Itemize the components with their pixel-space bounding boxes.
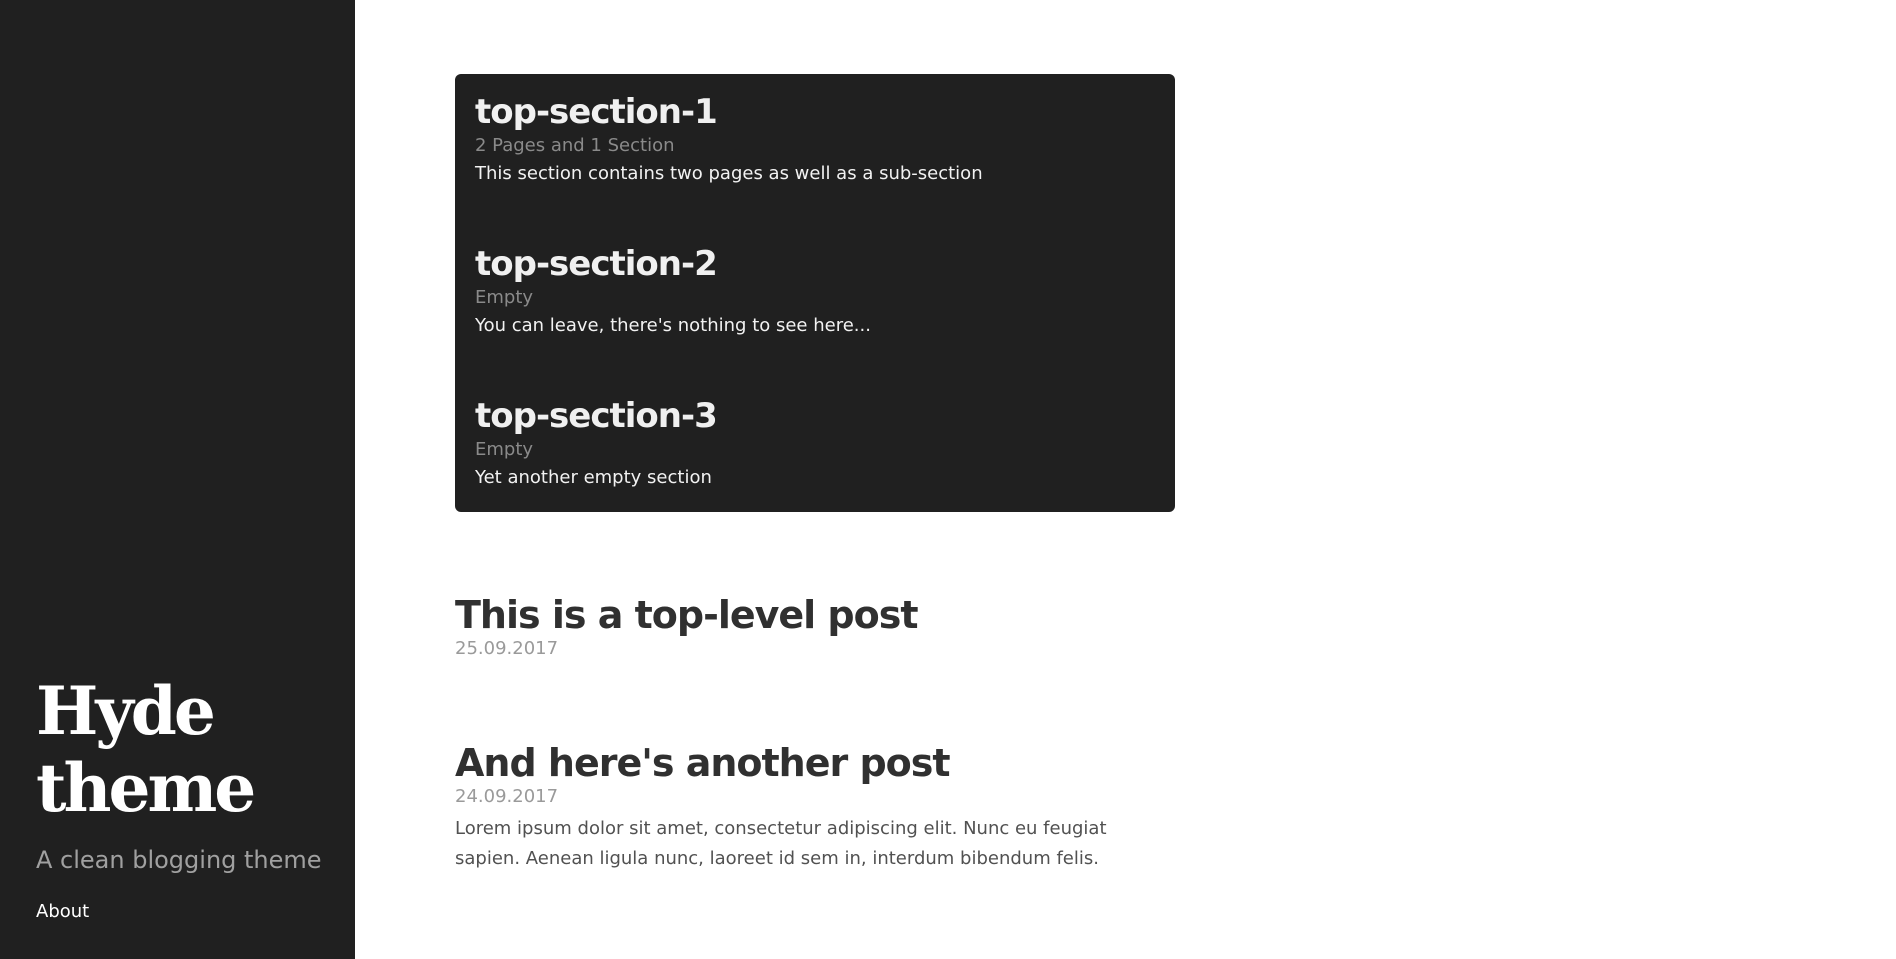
sidebar-content: Hyde theme A clean blogging theme About: [36, 673, 336, 923]
section-meta: 2 Pages and 1 Section: [475, 135, 675, 156]
section-item: top-section-3 Empty Yet another empty se…: [475, 396, 1155, 490]
post-date: 25.09.2017: [455, 638, 559, 659]
section-item: top-section-2 Empty You can leave, there…: [475, 244, 1155, 338]
post-excerpt: Lorem ipsum dolor sit amet, consectetur …: [455, 818, 1107, 869]
post-item: And here's another post 24.09.2017 Lorem…: [455, 740, 1175, 874]
section-meta: Empty: [475, 287, 534, 308]
site-title[interactable]: Hyde theme: [36, 673, 336, 827]
section-title-link[interactable]: top-section-3: [475, 396, 1155, 436]
post-title-link[interactable]: And here's another post: [455, 740, 1175, 786]
section-title-link[interactable]: top-section-2: [475, 244, 1155, 284]
post-item: This is a top-level post 25.09.2017: [455, 592, 1175, 660]
site-tagline: A clean blogging theme: [36, 846, 322, 874]
section-description: You can leave, there's nothing to see he…: [475, 315, 871, 336]
section-description: Yet another empty section: [475, 467, 712, 488]
sidebar-nav: About: [36, 901, 336, 923]
section-item: top-section-1 2 Pages and 1 Section This…: [475, 92, 1155, 186]
main-content: top-section-1 2 Pages and 1 Section This…: [455, 74, 1175, 874]
nav-link-about[interactable]: About: [36, 901, 89, 923]
sidebar: Hyde theme A clean blogging theme About: [0, 0, 355, 959]
section-meta: Empty: [475, 439, 534, 460]
section-description: This section contains two pages as well …: [475, 163, 983, 184]
post-date: 24.09.2017: [455, 786, 559, 807]
post-title-link[interactable]: This is a top-level post: [455, 592, 1175, 638]
section-list: top-section-1 2 Pages and 1 Section This…: [455, 74, 1175, 512]
section-title-link[interactable]: top-section-1: [475, 92, 1155, 132]
